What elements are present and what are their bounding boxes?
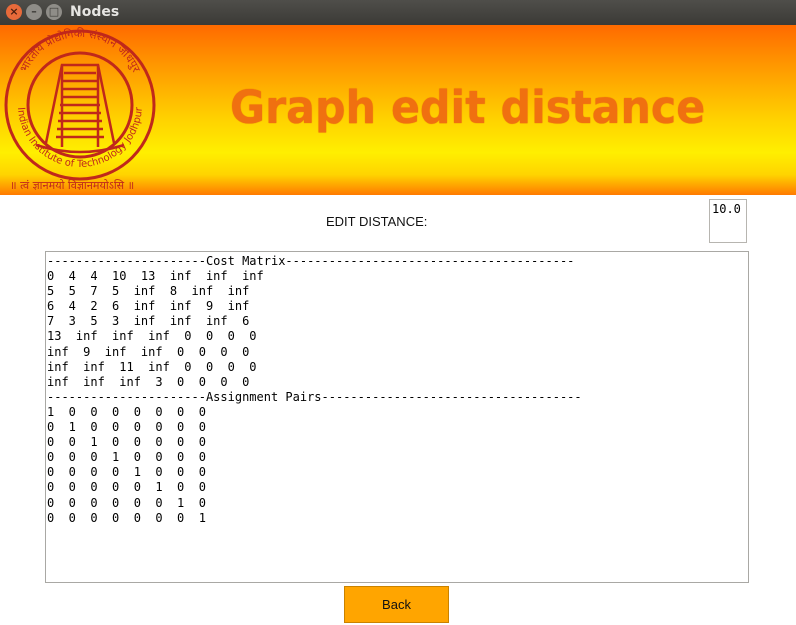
output-line: ----------------------Cost Matrix-------… — [47, 254, 575, 268]
result-textarea[interactable]: ----------------------Cost Matrix-------… — [45, 251, 749, 583]
output-line: 0 0 0 0 0 0 1 0 — [47, 495, 206, 510]
close-window-button[interactable]: × — [6, 4, 22, 20]
output-line: 7 3 5 3 inf inf inf 6 — [47, 314, 250, 329]
window-controls: × – □ — [6, 4, 62, 20]
output-line: ----------------------Assignment Pairs--… — [47, 389, 582, 404]
output-line: 0 0 0 0 0 0 0 1 — [47, 510, 206, 525]
iit-jodhpur-logo: भारतीय प्रौद्योगिकी संस्थान जोधपुर India… — [4, 27, 156, 181]
page-title: Graph edit distance — [230, 81, 706, 134]
output-line: 0 1 0 0 0 0 0 0 — [47, 420, 206, 435]
back-button[interactable]: Back — [344, 586, 449, 623]
output-line: 5 5 7 5 inf 8 inf inf — [47, 284, 250, 299]
output-line: 0 4 4 10 13 inf inf inf — [47, 269, 264, 284]
output-line: 0 0 1 0 0 0 0 0 — [47, 435, 206, 450]
maximize-window-button[interactable]: □ — [46, 4, 62, 20]
output-line: 0 0 0 0 1 0 0 0 — [47, 465, 206, 480]
window-titlebar: × – □ Nodes — [0, 0, 796, 25]
output-line: inf inf 11 inf 0 0 0 0 — [47, 359, 257, 374]
edit-distance-label: EDIT DISTANCE: — [326, 214, 428, 229]
output-line: inf inf inf 3 0 0 0 0 — [47, 374, 250, 389]
main-content: EDIT DISTANCE: 10.0 --------------------… — [0, 195, 796, 625]
edit-distance-field[interactable]: 10.0 — [709, 199, 747, 243]
output-line: 0 0 0 1 0 0 0 0 — [47, 450, 206, 465]
logo-hindi-text: भारतीय प्रौद्योगिकी संस्थान जोधपुर — [17, 27, 143, 75]
output-line: 6 4 2 6 inf inf 9 inf — [47, 299, 250, 314]
output-line: inf 9 inf inf 0 0 0 0 — [47, 344, 250, 359]
svg-text:भारतीय प्रौद्योगिकी संस्थान जो: भारतीय प्रौद्योगिकी संस्थान जोधपुर — [17, 27, 143, 75]
logo-motto: ॥ त्वं ज्ञानमयो विज्ञानमयोऽसि ॥ — [10, 179, 135, 192]
window-title: Nodes — [70, 4, 120, 20]
header-banner: भारतीय प्रौद्योगिकी संस्थान जोधपुर India… — [0, 25, 796, 195]
output-line: 1 0 0 0 0 0 0 0 — [47, 404, 206, 419]
minimize-window-button[interactable]: – — [26, 4, 42, 20]
output-line: 0 0 0 0 0 1 0 0 — [47, 480, 206, 495]
output-line: 13 inf inf inf 0 0 0 0 — [47, 329, 257, 344]
